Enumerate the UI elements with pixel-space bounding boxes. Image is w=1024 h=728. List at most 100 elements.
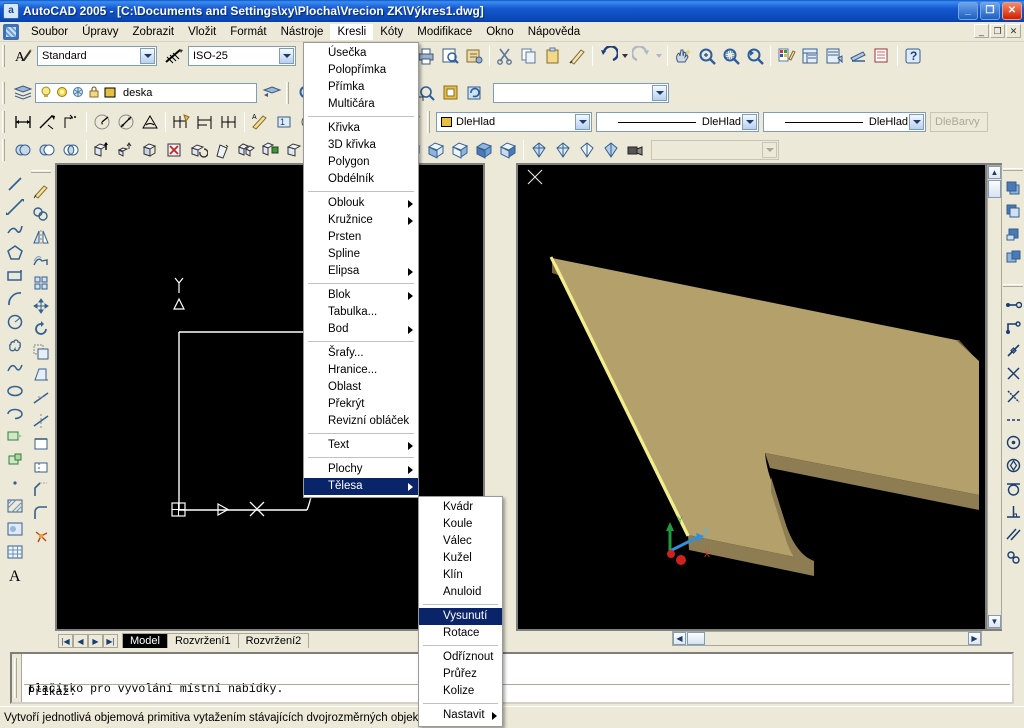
layer-manager-icon[interactable]: [11, 82, 35, 105]
plot-preview-icon[interactable]: [438, 45, 462, 68]
menu-item-obdelnik[interactable]: Obdélník: [304, 171, 418, 188]
snap-extension-icon[interactable]: [1002, 408, 1024, 431]
menu-item-telesa[interactable]: Tělesa: [304, 478, 418, 495]
intersect-icon[interactable]: [59, 139, 83, 162]
snap-quadrant-icon[interactable]: [1002, 454, 1024, 477]
tab-rozvrzeni1[interactable]: Rozvržení1: [166, 633, 239, 648]
view-neiso-icon[interactable]: [575, 139, 599, 162]
menu-item-blok[interactable]: Blok: [304, 287, 418, 304]
tab-rozvrzeni2[interactable]: Rozvržení2: [237, 633, 310, 648]
break-icon[interactable]: [30, 455, 53, 478]
menu-item-oblouk[interactable]: Oblouk: [304, 195, 418, 212]
explode-icon[interactable]: [30, 524, 53, 547]
help-icon[interactable]: ?: [901, 45, 925, 68]
menu-modifikace[interactable]: Modifikace: [410, 24, 479, 40]
snap-perpendicular-icon[interactable]: [1002, 500, 1024, 523]
layer-previous-icon[interactable]: [260, 82, 284, 105]
dim-aligned-icon[interactable]: [35, 111, 59, 134]
command-input[interactable]: Příkaz:: [24, 684, 1010, 701]
menu-item-kruznice[interactable]: Kružnice: [304, 212, 418, 229]
bring-to-front-icon[interactable]: [1002, 177, 1024, 200]
lock-icon[interactable]: [87, 85, 101, 102]
camera-icon[interactable]: [623, 139, 647, 162]
menu-item-odriznout[interactable]: Odříznout: [419, 649, 502, 666]
color-swatch-icon[interactable]: [103, 85, 117, 102]
point-icon[interactable]: [4, 471, 27, 494]
menu-item-elipsa[interactable]: Elipsa: [304, 263, 418, 280]
menu-kresli[interactable]: Kresli: [330, 23, 374, 40]
text-style-combo[interactable]: Standard: [37, 46, 157, 66]
menu-vlozit[interactable]: Vložit: [181, 24, 223, 40]
view-seiso-icon[interactable]: [551, 139, 575, 162]
stretch-icon[interactable]: [30, 363, 53, 386]
chevron-down-icon[interactable]: [909, 114, 924, 130]
send-to-back-icon[interactable]: [1002, 200, 1024, 223]
command-window-grip[interactable]: [12, 654, 22, 702]
move-icon[interactable]: [30, 294, 53, 317]
menu-soubor[interactable]: Soubor: [24, 24, 75, 40]
insert-block-icon[interactable]: [4, 425, 27, 448]
menu-okno[interactable]: Okno: [479, 24, 521, 40]
dim-style-combo[interactable]: ISO-25: [188, 46, 296, 66]
chevron-down-icon[interactable]: [279, 48, 294, 64]
snap-parallel-icon[interactable]: [1002, 523, 1024, 546]
mdi-minimize-button[interactable]: _: [974, 24, 989, 38]
dim-style-icon[interactable]: [162, 45, 186, 68]
lightbulb-icon[interactable]: [39, 85, 53, 102]
extend-icon[interactable]: [30, 432, 53, 455]
menu-item-prurez[interactable]: Průřez: [419, 666, 502, 683]
markup-set-icon[interactable]: [846, 45, 870, 68]
mirror-icon[interactable]: [30, 225, 53, 248]
prev-tab-button[interactable]: ◀: [73, 634, 88, 648]
viewport-horizontal-scrollbar[interactable]: ◀ ▶: [672, 631, 982, 646]
chamfer-icon[interactable]: [30, 478, 53, 501]
arc-icon[interactable]: [4, 287, 27, 310]
chevron-down-icon[interactable]: [575, 114, 590, 130]
view-nwiso-icon[interactable]: [599, 139, 623, 162]
toolbar-grip[interactable]: [2, 82, 9, 104]
trim-icon[interactable]: [30, 409, 53, 432]
menu-kresli-popup[interactable]: Úsečka Polopřímka Přímka Multičára Křivk…: [303, 42, 419, 498]
last-tab-button[interactable]: ▶|: [103, 634, 118, 648]
match-properties-icon[interactable]: [565, 45, 589, 68]
zoom-realtime-icon[interactable]: [695, 45, 719, 68]
menu-item-kuzel[interactable]: Kužel: [419, 550, 502, 567]
rectangle-icon[interactable]: [4, 264, 27, 287]
taper-face-icon[interactable]: [210, 139, 234, 162]
dim-quick-icon[interactable]: [169, 111, 193, 134]
scroll-up-button[interactable]: ▲: [988, 166, 1001, 179]
mdi-close-button[interactable]: ✕: [1006, 24, 1021, 38]
dim-diameter-icon[interactable]: [114, 111, 138, 134]
dim-linear-icon[interactable]: [11, 111, 35, 134]
menu-item-multicara[interactable]: Multičára: [304, 96, 418, 113]
zoom-previous-icon[interactable]: [743, 45, 767, 68]
line-icon[interactable]: [4, 172, 27, 195]
viewport-vertical-scrollbar[interactable]: ▲ ▼: [987, 165, 1002, 629]
menu-item-tabulka[interactable]: Tabulka...: [304, 304, 418, 321]
send-under-icon[interactable]: [1002, 246, 1024, 269]
menu-item-hranice[interactable]: Hranice...: [304, 362, 418, 379]
menu-upravy[interactable]: Úpravy: [75, 24, 125, 40]
scroll-left-button[interactable]: ◀: [673, 632, 686, 645]
paste-icon[interactable]: [541, 45, 565, 68]
ellipse-icon[interactable]: [4, 379, 27, 402]
close-button[interactable]: ✕: [1002, 2, 1022, 20]
toolbar-grip[interactable]: [2, 139, 9, 161]
lengthen-icon[interactable]: [30, 386, 53, 409]
next-tab-button[interactable]: ▶: [88, 634, 103, 648]
menu-item-usecka[interactable]: Úsečka: [304, 45, 418, 62]
copy-face-icon[interactable]: [234, 139, 258, 162]
view-left-icon[interactable]: [424, 139, 448, 162]
menu-item-krivka[interactable]: Křivka: [304, 120, 418, 137]
maximize-button[interactable]: ❐: [980, 2, 1000, 20]
dim-edit-text-icon[interactable]: A: [248, 111, 272, 134]
named-views-combo[interactable]: [493, 83, 669, 103]
properties-icon[interactable]: [774, 45, 798, 68]
minimize-button[interactable]: _: [958, 2, 978, 20]
pan-realtime-icon[interactable]: [671, 45, 695, 68]
snap-from-icon[interactable]: [1002, 293, 1024, 316]
menu-item-primka[interactable]: Přímka: [304, 79, 418, 96]
dim-angular-icon[interactable]: [138, 111, 162, 134]
menu-item-klin[interactable]: Klín: [419, 567, 502, 584]
menu-item-revizni-oblacek[interactable]: Revizní obláček: [304, 413, 418, 430]
